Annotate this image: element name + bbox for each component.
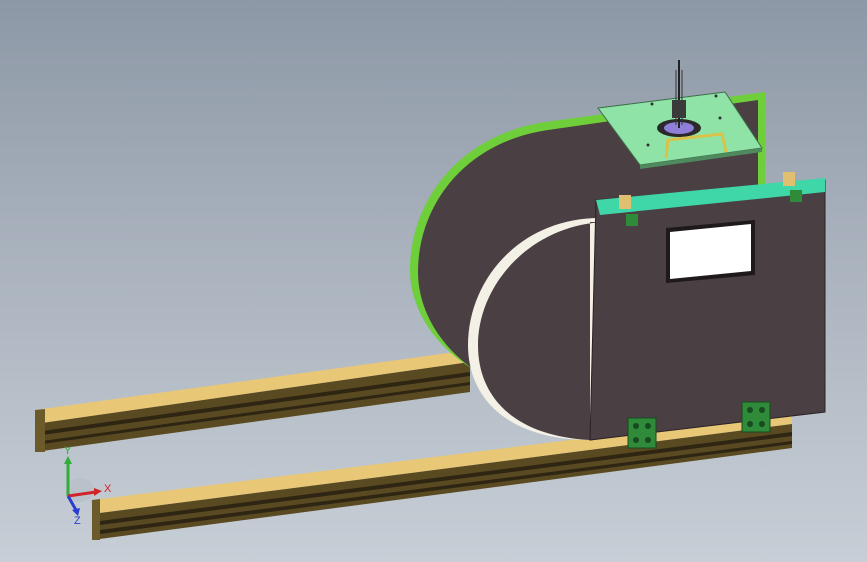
coordinate-triad[interactable]: Y X Z xyxy=(40,440,130,540)
top-latch-left[interactable] xyxy=(619,195,631,209)
top-latch-right[interactable] xyxy=(783,172,795,186)
y-axis-label: Y xyxy=(64,445,72,457)
front-rail-side xyxy=(92,424,792,540)
front-housing-face xyxy=(589,179,826,441)
inspection-window[interactable] xyxy=(670,224,751,279)
x-axis-label: X xyxy=(104,483,112,495)
front-rail[interactable] xyxy=(92,412,792,540)
z-axis-label: Z xyxy=(74,515,81,527)
rail-clamp-left[interactable] xyxy=(627,417,657,449)
rail-clamp-right[interactable] xyxy=(741,401,771,433)
3d-viewport[interactable]: Y X Z xyxy=(0,0,867,562)
cad-model-view[interactable] xyxy=(0,0,867,562)
back-rail[interactable] xyxy=(35,350,470,452)
vertical-sensor[interactable] xyxy=(672,60,686,128)
